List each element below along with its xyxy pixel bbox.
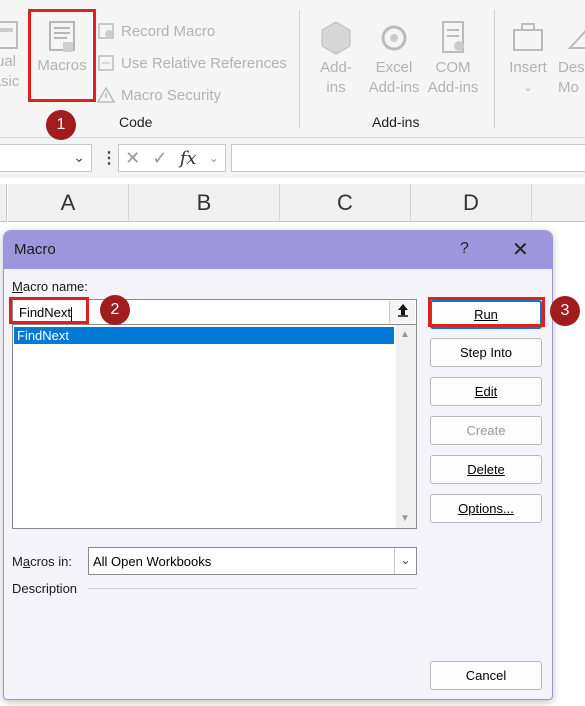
- description-label: Description: [12, 581, 78, 596]
- visual-basic-button[interactable]: ualasic: [0, 18, 26, 92]
- excel-addins-button[interactable]: Excel Add-ins: [366, 18, 422, 98]
- step-badge-3: 3: [550, 296, 580, 326]
- name-box[interactable]: ⌄: [0, 144, 92, 172]
- addins-button[interactable]: Add-ins: [312, 18, 360, 98]
- macro-security-label: Macro Security: [121, 86, 222, 104]
- record-macro-icon: [97, 22, 115, 40]
- relative-references-label: Use Relative References: [121, 54, 287, 72]
- insert-function-button[interactable]: fx: [180, 148, 197, 169]
- column-header-c[interactable]: C: [280, 184, 411, 222]
- cancel-entry-icon[interactable]: ✕: [125, 148, 140, 169]
- record-macro-label: Record Macro: [121, 22, 216, 40]
- step-badge-1: 1: [46, 110, 76, 140]
- excel-window: ualasic Macros Record Macro Use Relative…: [0, 0, 585, 706]
- select-all-corner[interactable]: [0, 184, 7, 222]
- formula-input[interactable]: [231, 144, 585, 172]
- visual-basic-icon: [0, 21, 18, 49]
- macro-list[interactable]: FindNext ▲ ▼: [12, 325, 417, 529]
- record-macro-button[interactable]: Record Macro: [97, 20, 215, 42]
- list-item[interactable]: FindNext: [14, 327, 394, 344]
- delete-label: Delete: [467, 462, 505, 477]
- chevron-down-icon[interactable]: ⌄: [394, 548, 416, 574]
- cancel-button[interactable]: Cancel: [430, 661, 542, 690]
- close-button[interactable]: ✕: [512, 237, 529, 262]
- step-into-button[interactable]: Step Into: [430, 338, 542, 367]
- macros-in-label: Macros in:: [12, 554, 72, 569]
- dialog-titlebar[interactable]: Macro ? ✕: [4, 231, 552, 269]
- step-into-label: Step Into: [459, 345, 513, 360]
- create-label: Create: [466, 423, 506, 438]
- warning-icon: [96, 86, 116, 104]
- com-addins-button[interactable]: COM Add-ins: [425, 18, 481, 98]
- options-label: Options...: [458, 501, 514, 516]
- more-options-icon[interactable]: ⋮: [101, 148, 117, 168]
- column-header-e[interactable]: [532, 184, 585, 222]
- delete-button[interactable]: Delete: [430, 455, 542, 484]
- use-relative-references-button[interactable]: Use Relative References: [97, 52, 287, 74]
- com-addins-icon: [442, 21, 464, 53]
- design-mode-icon: [567, 30, 585, 49]
- addins-icon: [321, 21, 351, 55]
- dialog-title: Macro: [14, 241, 56, 258]
- macros-in-select[interactable]: All Open Workbooks ⌄: [88, 547, 417, 575]
- toolbox-icon: [513, 23, 543, 51]
- edit-button[interactable]: Edit: [430, 377, 542, 406]
- relative-references-icon: [97, 54, 115, 72]
- formula-buttons: ✕ ✓ fx ⌄: [118, 144, 226, 172]
- description-divider: [88, 588, 417, 589]
- insert-label: Insert: [509, 59, 547, 76]
- column-header-b[interactable]: B: [129, 184, 280, 222]
- column-header-a[interactable]: A: [8, 184, 129, 222]
- scroll-down-icon[interactable]: ▼: [400, 513, 410, 524]
- step-badge-2: 2: [100, 295, 130, 325]
- confirm-entry-icon[interactable]: ✓: [152, 148, 167, 169]
- addins-group-label: Add-ins: [372, 114, 420, 130]
- options-button[interactable]: Options...: [430, 494, 542, 523]
- macro-name-highlight-box: [9, 297, 89, 324]
- macros-in-value: All Open Workbooks: [93, 554, 212, 569]
- cancel-label: Cancel: [465, 668, 507, 683]
- macro-security-button[interactable]: Macro Security: [96, 84, 222, 106]
- collapse-dialog-button[interactable]: [389, 301, 415, 323]
- upload-arrow-icon: [397, 304, 408, 317]
- group-divider: [299, 10, 300, 128]
- chevron-down-icon: ⌄: [523, 82, 533, 94]
- edit-label: Edit: [474, 384, 498, 399]
- gear-icon: [381, 25, 407, 51]
- group-divider-2: [494, 10, 495, 128]
- create-button[interactable]: Create: [430, 416, 542, 445]
- formula-bar: ⌄ ⋮ ✕ ✓ fx ⌄: [0, 138, 585, 178]
- run-highlight-box: [428, 297, 545, 327]
- code-group-label: Code: [119, 114, 153, 130]
- macros-highlight-box: [28, 9, 96, 102]
- design-mode-button[interactable]: Des Mo: [558, 18, 585, 98]
- help-button[interactable]: ?: [460, 240, 469, 258]
- macro-name-label: Macro name:: [12, 279, 88, 294]
- insert-controls-button[interactable]: Insert ⌄: [505, 18, 551, 98]
- list-scrollbar[interactable]: ▲ ▼: [396, 325, 416, 528]
- scroll-up-icon[interactable]: ▲: [400, 329, 410, 340]
- column-header-d[interactable]: D: [411, 184, 532, 222]
- chevron-down-icon[interactable]: ⌄: [209, 151, 219, 165]
- chevron-down-icon[interactable]: ⌄: [73, 149, 85, 166]
